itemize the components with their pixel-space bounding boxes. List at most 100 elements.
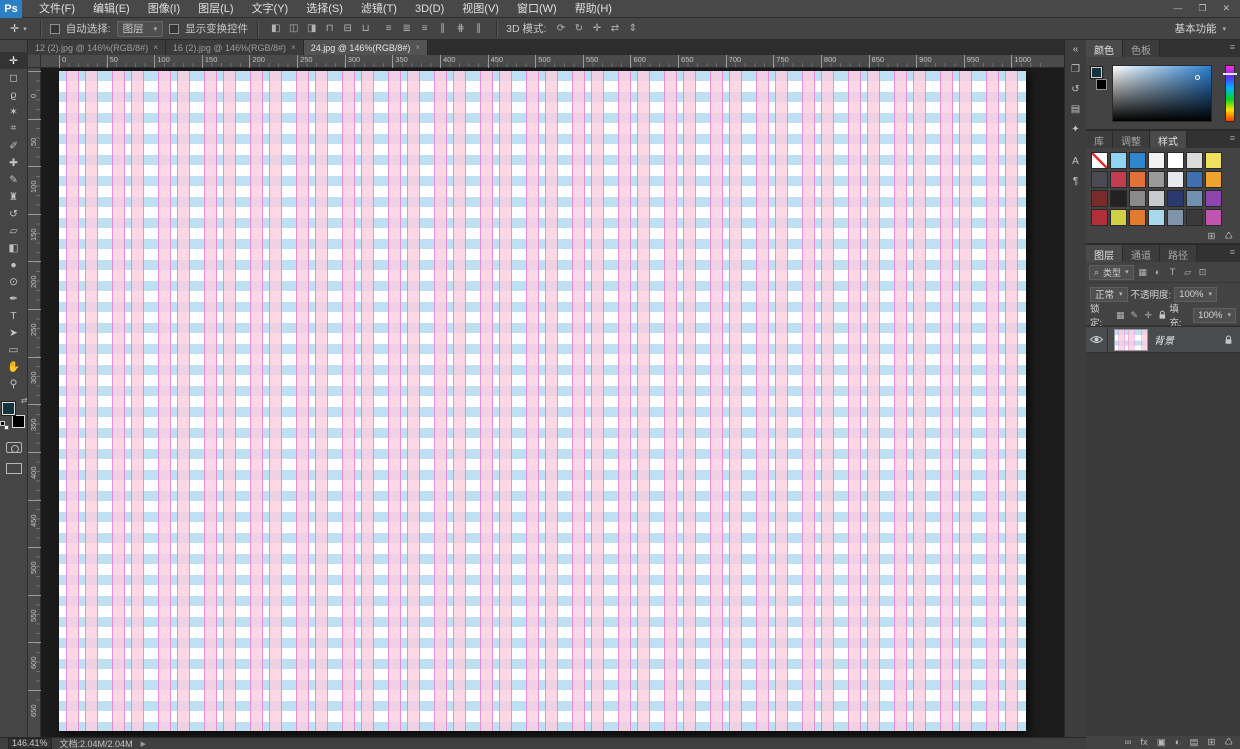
- eyedropper-tool[interactable]: ✐: [0, 137, 28, 154]
- new-group-icon[interactable]: ▤: [1190, 737, 1199, 748]
- ruler-top[interactable]: 0501001502002503003504004505005506006507…: [28, 55, 1064, 68]
- style-swatch[interactable]: [1205, 152, 1222, 169]
- properties-panel-icon[interactable]: ▤: [1067, 102, 1085, 117]
- layer-visibility-toggle[interactable]: [1086, 327, 1108, 352]
- history-brush-tool[interactable]: ↺: [0, 205, 28, 222]
- mini-bridge-panel-icon[interactable]: ❐: [1067, 62, 1085, 77]
- panel-menu-icon[interactable]: ≡: [1230, 245, 1240, 262]
- tab-close-icon[interactable]: ×: [415, 43, 420, 52]
- style-swatch[interactable]: [1167, 209, 1184, 226]
- filter-shape-layers-icon[interactable]: ▱: [1181, 265, 1195, 279]
- fill-dropdown[interactable]: 100% ▾: [1193, 308, 1236, 323]
- screen-mode-button[interactable]: [6, 463, 22, 474]
- tool-preset-picker[interactable]: ✛ ▾: [6, 22, 31, 35]
- new-layer-icon[interactable]: ⊞: [1208, 737, 1216, 748]
- panel-menu-icon[interactable]: ≡: [1230, 131, 1240, 148]
- minimize-button[interactable]: —: [1173, 3, 1182, 14]
- add-layer-mask-icon[interactable]: ▣: [1157, 737, 1166, 748]
- align-left-edges-icon[interactable]: ◧: [267, 21, 284, 37]
- menu-item-window[interactable]: 窗口(W): [508, 0, 566, 18]
- menu-item-image[interactable]: 图像(I): [139, 0, 189, 18]
- style-swatch[interactable]: [1205, 209, 1222, 226]
- history-panel-icon[interactable]: ↺: [1067, 82, 1085, 97]
- style-swatch[interactable]: [1186, 152, 1203, 169]
- ruler-left[interactable]: 050100150200250300350400450500550600650: [28, 68, 41, 737]
- lock-image-pixels-icon[interactable]: ✎: [1128, 308, 1141, 322]
- delete-style-icon[interactable]: ♺: [1224, 231, 1233, 242]
- style-swatch[interactable]: [1110, 171, 1127, 188]
- tab-libraries[interactable]: 库: [1086, 131, 1113, 148]
- 3d-scale-icon[interactable]: ⇕: [624, 21, 641, 37]
- new-adjustment-layer-icon[interactable]: ◐: [1175, 737, 1181, 748]
- align-right-edges-icon[interactable]: ◨: [303, 21, 320, 37]
- style-swatch[interactable]: [1186, 171, 1203, 188]
- default-colors-icon[interactable]: [0, 421, 9, 430]
- 3d-drag-icon[interactable]: ✛: [588, 21, 605, 37]
- marquee-tool[interactable]: ◻: [0, 69, 28, 86]
- blend-mode-dropdown[interactable]: 正常 ▾: [1090, 287, 1128, 302]
- menu-item-layer[interactable]: 图层(L): [189, 0, 242, 18]
- layer-filter-dropdown[interactable]: ⌕ 类型 ▾: [1089, 265, 1134, 280]
- style-swatch[interactable]: [1186, 209, 1203, 226]
- character-panel-icon[interactable]: A: [1067, 154, 1085, 169]
- color-background-swatch[interactable]: [1096, 79, 1107, 90]
- paragraph-panel-icon[interactable]: ¶: [1067, 174, 1085, 189]
- distribute-horizontal-centers-icon[interactable]: ⋕: [452, 21, 469, 37]
- color-foreground-swatch[interactable]: [1091, 67, 1102, 78]
- style-swatch[interactable]: [1148, 171, 1165, 188]
- filter-pixel-layers-icon[interactable]: ▦: [1136, 265, 1150, 279]
- delete-layer-icon[interactable]: ♺: [1224, 737, 1233, 748]
- document-tab[interactable]: 16 (2).jpg @ 146%(RGB/8#)×: [166, 40, 304, 55]
- gradient-tool[interactable]: ◧: [0, 239, 28, 256]
- align-bottom-edges-icon[interactable]: ⊔: [357, 21, 374, 37]
- style-swatch[interactable]: [1091, 209, 1108, 226]
- tab-adjustments[interactable]: 调整: [1113, 131, 1150, 148]
- link-layers-icon[interactable]: ∞: [1125, 737, 1132, 748]
- tab-layers[interactable]: 图层: [1086, 245, 1123, 262]
- background-color-swatch[interactable]: [12, 415, 25, 428]
- dodge-tool[interactable]: ⊙: [0, 273, 28, 290]
- auto-select-checkbox[interactable]: [50, 24, 60, 34]
- style-swatch[interactable]: [1110, 152, 1127, 169]
- quick-mask-button[interactable]: [6, 442, 22, 453]
- lasso-tool[interactable]: ϱ: [0, 86, 28, 103]
- distribute-right-edges-icon[interactable]: ∥: [470, 21, 487, 37]
- style-swatch[interactable]: [1167, 171, 1184, 188]
- menu-item-filter[interactable]: 滤镜(T): [352, 0, 406, 18]
- 3d-roll-icon[interactable]: ↻: [570, 21, 587, 37]
- style-swatch[interactable]: [1110, 190, 1127, 207]
- lock-position-icon[interactable]: ✛: [1142, 308, 1155, 322]
- 3d-panel-icon[interactable]: ✦: [1067, 122, 1085, 137]
- quick-selection-tool[interactable]: ✶: [0, 103, 28, 120]
- style-swatch[interactable]: [1129, 209, 1146, 226]
- style-swatch[interactable]: [1167, 152, 1184, 169]
- document-tab[interactable]: 12 (2).jpg @ 146%(RGB/8#)×: [28, 40, 166, 55]
- style-swatch[interactable]: [1148, 152, 1165, 169]
- saturation-brightness-field[interactable]: [1112, 65, 1212, 122]
- menu-item-select[interactable]: 选择(S): [297, 0, 352, 18]
- menu-item-file[interactable]: 文件(F): [30, 0, 84, 18]
- tab-close-icon[interactable]: ×: [291, 43, 296, 52]
- brush-tool[interactable]: ✎: [0, 171, 28, 188]
- style-swatch[interactable]: [1148, 190, 1165, 207]
- new-style-icon[interactable]: ⊞: [1208, 231, 1216, 242]
- tab-styles[interactable]: 样式: [1150, 131, 1187, 148]
- style-swatch[interactable]: [1091, 171, 1108, 188]
- foreground-color-swatch[interactable]: [2, 402, 15, 415]
- menu-item-3d[interactable]: 3D(D): [406, 0, 453, 18]
- style-swatch[interactable]: [1129, 190, 1146, 207]
- distribute-bottom-edges-icon[interactable]: ≡: [416, 21, 433, 37]
- lock-all-icon[interactable]: [1158, 310, 1167, 320]
- pen-tool[interactable]: ✒: [0, 290, 28, 307]
- zoom-tool[interactable]: ⚲: [0, 375, 28, 392]
- auto-select-target-dropdown[interactable]: 图层 ▾: [117, 21, 164, 37]
- status-flyout-icon[interactable]: ▶: [141, 740, 146, 748]
- layer-row-background[interactable]: 背景: [1086, 327, 1240, 353]
- align-horizontal-centers-icon[interactable]: ◫: [285, 21, 302, 37]
- filter-adjustment-layers-icon[interactable]: ◐: [1151, 265, 1165, 279]
- collapse-panels-icon[interactable]: «: [1067, 42, 1085, 57]
- layer-effects-icon[interactable]: fx: [1140, 737, 1147, 748]
- style-swatch[interactable]: [1167, 190, 1184, 207]
- tab-close-icon[interactable]: ×: [153, 43, 158, 52]
- shape-tool[interactable]: ▭: [0, 341, 28, 358]
